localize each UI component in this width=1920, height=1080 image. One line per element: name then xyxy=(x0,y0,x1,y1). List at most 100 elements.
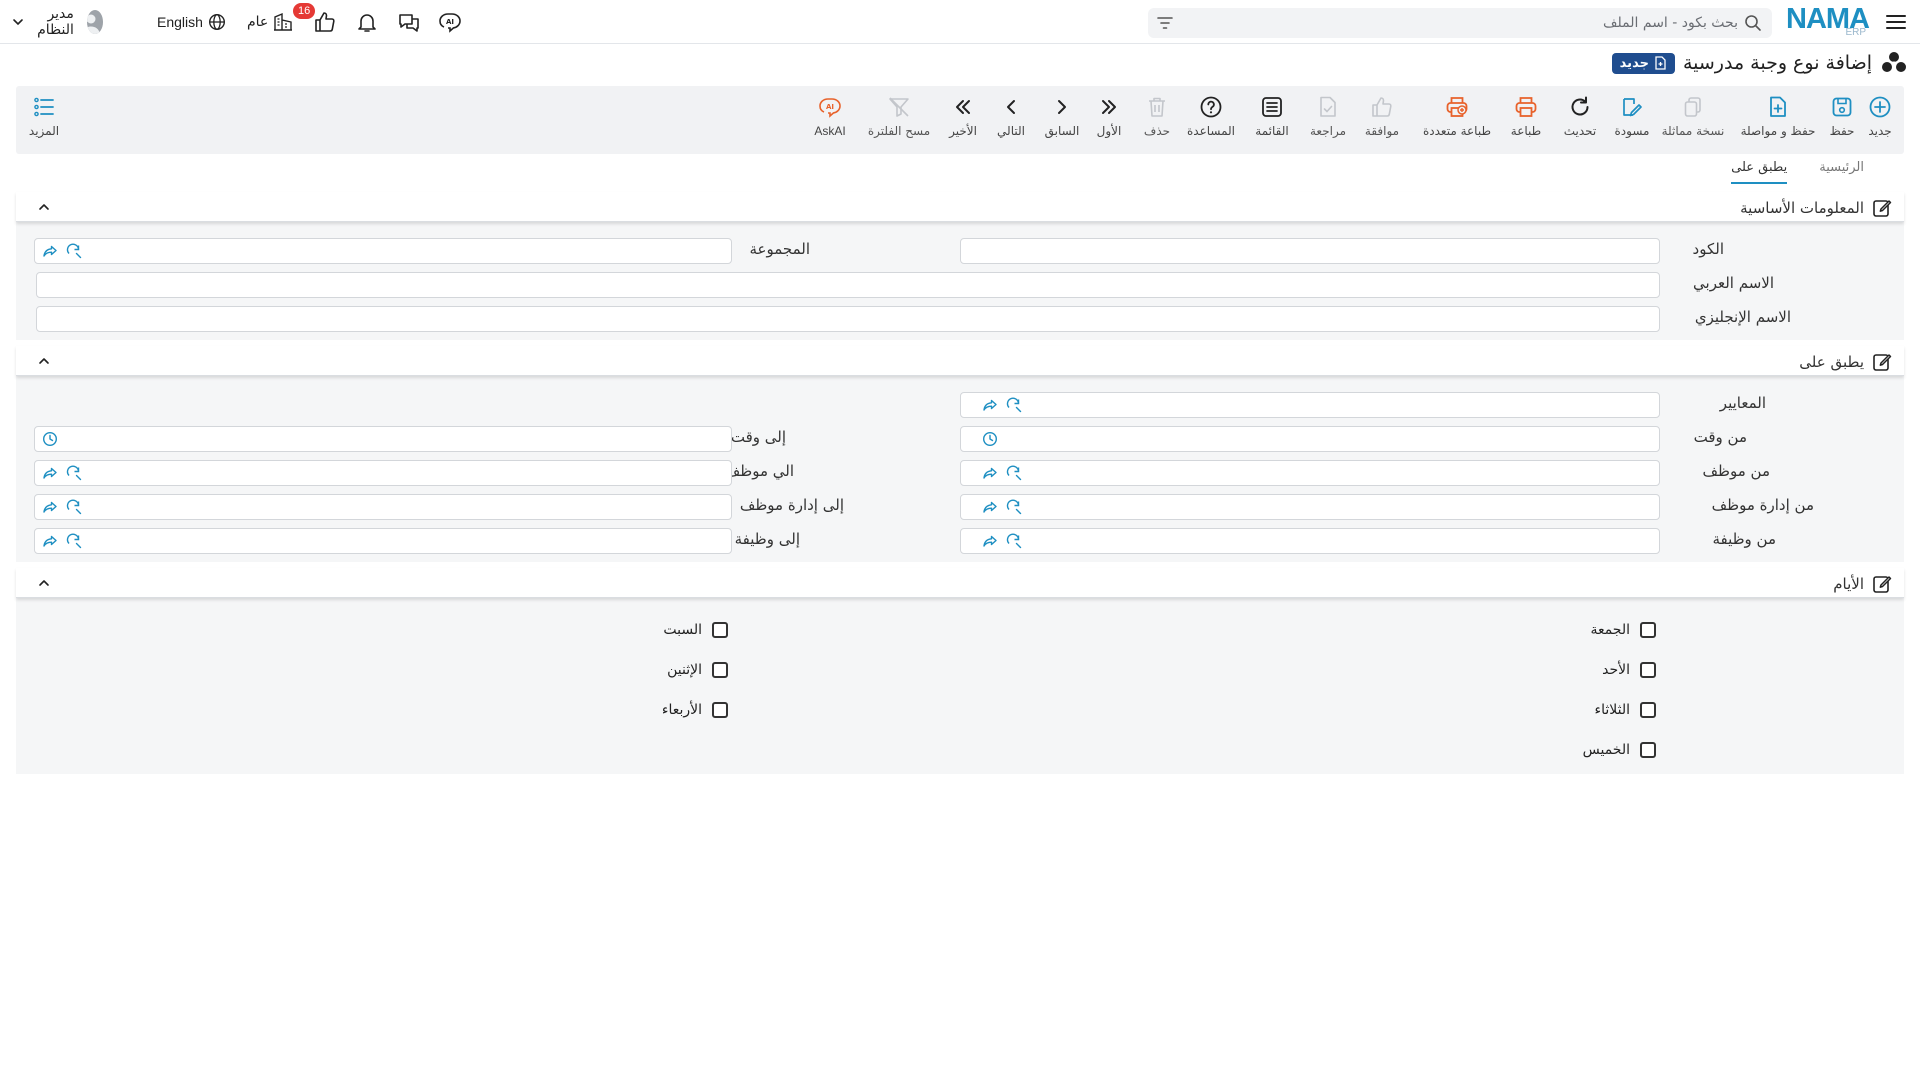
criteria-field[interactable] xyxy=(960,392,1660,418)
code-field[interactable] xyxy=(960,238,1660,264)
day-tuesday: الثلاثاء xyxy=(1595,702,1656,718)
arabic-name-field[interactable] xyxy=(36,272,1660,298)
from-department-field[interactable] xyxy=(960,494,1660,520)
askai-button[interactable]: AI AskAI xyxy=(810,94,850,146)
search-refresh-icon[interactable] xyxy=(66,465,82,481)
search-input[interactable] xyxy=(1198,12,1738,34)
monday-checkbox[interactable] xyxy=(712,662,728,678)
language-switcher[interactable]: English xyxy=(157,10,226,34)
forward-icon[interactable] xyxy=(42,533,58,549)
svg-text:AI: AI xyxy=(446,18,454,26)
to-job-field[interactable] xyxy=(34,528,732,554)
to-time-field[interactable] xyxy=(34,426,732,452)
clear-filter-button[interactable]: مسح الفلترة xyxy=(866,94,932,146)
print-button[interactable]: طباعة xyxy=(1508,94,1544,146)
search-refresh-icon[interactable] xyxy=(1006,499,1022,515)
new-button[interactable]: جديد xyxy=(1860,94,1900,146)
search-refresh-icon[interactable] xyxy=(66,243,82,259)
wednesday-label: الأربعاء xyxy=(661,702,702,718)
user-menu[interactable]: مدير النظام xyxy=(12,6,103,38)
chevron-up-icon[interactable] xyxy=(36,353,52,369)
to-department-field[interactable] xyxy=(34,494,732,520)
branch-selector[interactable]: عام xyxy=(247,10,293,34)
forward-icon[interactable] xyxy=(982,499,998,515)
forward-icon[interactable] xyxy=(982,533,998,549)
forward-icon[interactable] xyxy=(42,499,58,515)
draft-button[interactable]: مسودة xyxy=(1612,94,1652,146)
clock-icon[interactable] xyxy=(982,431,998,447)
askai-label: AskAI xyxy=(814,124,846,138)
first-button[interactable]: الأول xyxy=(1094,94,1124,146)
new-button-label: جديد xyxy=(1868,124,1892,138)
search-refresh-icon[interactable] xyxy=(1006,465,1022,481)
bell-icon[interactable] xyxy=(354,10,380,34)
to-department-actions xyxy=(42,494,82,520)
from-job-field[interactable] xyxy=(960,528,1660,554)
group-label: المجموعة xyxy=(749,240,810,258)
applies-to-header[interactable]: يطبق على xyxy=(16,346,1904,376)
from-department-actions xyxy=(982,494,1022,520)
from-time-label: من وقت xyxy=(1693,428,1747,446)
basic-info-header[interactable]: المعلومات الأساسية xyxy=(16,192,1904,222)
forward-icon[interactable] xyxy=(982,397,998,413)
top-bar: NAMA ERP AI 16 xyxy=(0,0,1920,44)
next-button[interactable]: التالي xyxy=(994,94,1028,146)
search-refresh-icon[interactable] xyxy=(1006,397,1022,413)
chevron-up-icon[interactable] xyxy=(36,575,52,591)
clock-icon[interactable] xyxy=(42,431,58,447)
day-monday: الإثنين xyxy=(667,662,728,678)
previous-button[interactable]: السابق xyxy=(1042,94,1082,146)
days-header[interactable]: الأيام xyxy=(16,568,1904,598)
multi-print-button[interactable]: طباعة متعددة xyxy=(1420,94,1494,146)
approve-button[interactable]: موافقة xyxy=(1358,94,1406,146)
from-time-field[interactable] xyxy=(960,426,1660,452)
refresh-button[interactable]: تحديث xyxy=(1562,94,1598,146)
save-button[interactable]: حفظ xyxy=(1824,94,1860,146)
friday-checkbox[interactable] xyxy=(1640,622,1656,638)
from-employee-field[interactable] xyxy=(960,460,1660,486)
to-employee-field[interactable] xyxy=(34,460,732,486)
thursday-checkbox[interactable] xyxy=(1640,742,1656,758)
ai-assistant-icon[interactable]: AI xyxy=(437,10,463,34)
to-employee-label: الي موظف xyxy=(724,462,794,480)
from-job-label: من وظيفة xyxy=(1712,530,1776,548)
from-job-actions xyxy=(982,528,1022,554)
save-continue-button[interactable]: حفظ و مواصلة xyxy=(1738,94,1818,146)
edit-icon xyxy=(1872,352,1892,372)
last-button[interactable]: الأخير xyxy=(946,94,980,146)
chevron-up-icon[interactable] xyxy=(36,199,52,215)
forward-icon[interactable] xyxy=(42,465,58,481)
menu-icon[interactable] xyxy=(1884,10,1908,34)
forward-icon[interactable] xyxy=(982,465,998,481)
list-bullets-icon xyxy=(31,94,57,120)
saturday-checkbox[interactable] xyxy=(712,622,728,638)
draft-label: مسودة xyxy=(1614,124,1650,138)
review-button[interactable]: مراجعة xyxy=(1308,94,1348,146)
tab-applies-to[interactable]: يطبق على xyxy=(1731,160,1788,184)
refresh-icon xyxy=(1567,94,1593,120)
list-button[interactable]: القائمة xyxy=(1252,94,1292,146)
delete-button[interactable]: حذف xyxy=(1142,94,1172,146)
search-icon[interactable] xyxy=(1744,14,1762,32)
globe-icon xyxy=(208,13,226,31)
search-refresh-icon[interactable] xyxy=(1006,533,1022,549)
search-refresh-icon[interactable] xyxy=(66,533,82,549)
more-button[interactable]: المزيد xyxy=(24,94,64,146)
app-logo[interactable]: NAMA ERP xyxy=(1786,4,1870,38)
notification-count-badge: 16 xyxy=(293,3,316,19)
duplicate-button[interactable]: نسخة مماثلة xyxy=(1658,94,1728,146)
wednesday-checkbox[interactable] xyxy=(712,702,728,718)
tuesday-checkbox[interactable] xyxy=(1640,702,1656,718)
help-button[interactable]: المساعدة xyxy=(1186,94,1236,146)
group-field[interactable] xyxy=(34,238,732,264)
sunday-checkbox[interactable] xyxy=(1640,662,1656,678)
filter-icon[interactable] xyxy=(1156,14,1174,32)
chat-icon[interactable] xyxy=(396,10,422,34)
english-name-field[interactable] xyxy=(36,306,1660,332)
tab-main[interactable]: الرئيسية xyxy=(1819,160,1864,184)
search-refresh-icon[interactable] xyxy=(66,499,82,515)
pencil-icon xyxy=(1619,94,1645,120)
criteria-label: المعايير xyxy=(1719,394,1766,412)
forward-icon[interactable] xyxy=(42,243,58,259)
approvals-icon[interactable] xyxy=(312,10,338,34)
